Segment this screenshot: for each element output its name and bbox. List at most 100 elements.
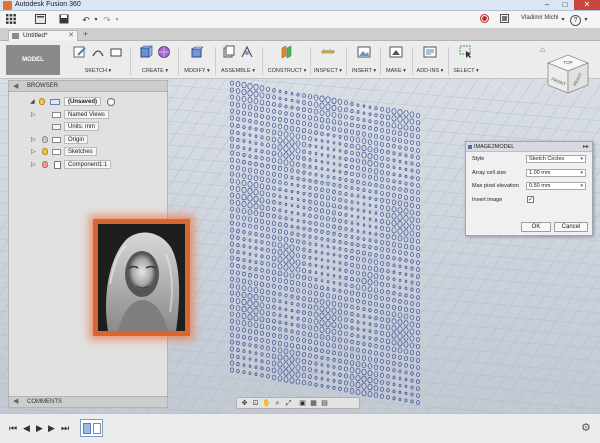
sketch-circle[interactable] [344,164,348,168]
sketch-circle[interactable] [320,383,324,388]
sketch-circle[interactable] [259,183,265,190]
sketch-circle[interactable] [368,300,372,306]
sketch-circle[interactable] [362,223,366,227]
sketch-circle[interactable] [283,166,289,173]
sketch-circle[interactable] [332,350,336,356]
sketch-circle[interactable] [259,85,265,92]
sketch-circle[interactable] [338,197,342,203]
sketch-circle[interactable] [278,194,282,199]
sketch-circle[interactable] [241,320,247,326]
sketch-circle[interactable] [386,171,390,176]
sketch-circle[interactable] [266,100,270,106]
inspect-group[interactable]: INSPECT ▾ [310,44,346,78]
sketch-circle[interactable] [355,367,361,375]
sketch-circle[interactable] [350,248,354,254]
sketch-circle[interactable] [326,181,330,186]
sketch-circle[interactable] [302,198,306,203]
sketch-circle[interactable] [355,361,361,368]
sketch-circle[interactable] [355,291,361,297]
sketch-circle[interactable] [230,178,234,184]
sketch-circle[interactable] [410,287,414,292]
sketch-circle[interactable] [356,313,360,317]
sketch-circle[interactable] [313,101,319,108]
sketch-circle[interactable] [295,343,301,350]
sketch-circle[interactable] [314,250,318,254]
sketch-circle[interactable] [350,326,354,330]
sketch-circle[interactable] [283,250,289,257]
sketch-circle[interactable] [344,380,348,386]
sketch-circle[interactable] [290,224,294,229]
sketch-circle[interactable] [302,121,306,127]
sketch-circle[interactable] [325,313,331,321]
sketch-circle[interactable] [398,390,402,394]
sketch-circle[interactable] [409,237,415,244]
sketch-circle[interactable] [386,374,390,379]
sketch-circle[interactable] [278,222,282,227]
array-cell-size-input[interactable]: 1.00 mm ▾ [526,169,586,177]
sketch-circle[interactable] [356,306,360,311]
sketch-circle[interactable] [374,246,378,251]
sketch-circle[interactable] [253,294,259,301]
sketch-circle[interactable] [368,315,372,319]
extrude-icon[interactable] [138,44,154,60]
sketch-circle[interactable] [392,136,396,142]
measure-icon[interactable] [320,44,336,60]
sketch-circle[interactable] [254,148,258,152]
sketch-circle[interactable] [338,190,342,195]
sketch-circle[interactable] [410,147,414,152]
sketch-circle[interactable] [344,213,348,217]
sketch-circle[interactable] [410,252,414,257]
press-pull-icon[interactable] [189,44,205,60]
sketch-circle[interactable] [235,207,241,213]
sketch-circle[interactable] [271,346,277,353]
sketch-circle[interactable] [325,306,331,313]
sketch-circle[interactable] [308,199,312,204]
sketch-group[interactable]: SKETCH ▾ [62,44,134,78]
sketch-circle[interactable] [410,168,414,173]
sketch-circle[interactable] [308,381,312,386]
sketch-circle[interactable] [325,299,331,306]
sketch-circle[interactable] [416,302,420,308]
sketch-circle[interactable] [278,96,282,101]
sketch-circle[interactable] [260,261,264,266]
sketch-circle[interactable] [272,305,276,310]
sketch-circle[interactable] [337,120,343,126]
sketch-circle[interactable] [319,333,325,340]
sketch-circle[interactable] [344,157,348,161]
sketch-circle[interactable] [350,122,354,128]
sketch-circle[interactable] [404,370,408,375]
scripts-addins-icon[interactable] [422,44,438,60]
sketch-circle[interactable] [247,216,253,222]
sketch-circle[interactable] [367,356,373,362]
sketch-circle[interactable] [373,385,379,392]
sketch-circle[interactable] [314,235,318,240]
sketch-circle[interactable] [374,294,379,300]
sketch-circle[interactable] [230,87,234,93]
sketch-circle[interactable] [289,377,295,384]
sketch-circle[interactable] [415,322,421,329]
sketch-circle[interactable] [248,167,252,173]
sketch-circle[interactable] [260,149,264,154]
sketch-circle[interactable] [350,262,354,268]
sketch-circle[interactable] [320,265,324,269]
sketch-circle[interactable] [302,100,306,105]
sketch-circle[interactable] [313,291,319,297]
sketch-circle[interactable] [350,332,354,338]
sketch-circle[interactable] [290,189,294,194]
sketch-circle[interactable] [338,183,342,188]
sketch-circle[interactable] [272,207,276,212]
sketch-circle[interactable] [410,182,414,187]
sketch-circle[interactable] [380,218,384,224]
sketch-circle[interactable] [326,140,330,144]
sketch-circle[interactable] [259,309,265,316]
sketch-circle[interactable] [289,342,295,349]
sketch-circle[interactable] [247,328,253,334]
sketch-circle[interactable] [266,170,270,176]
sketch-circle[interactable] [296,288,300,293]
sketch-circle[interactable] [385,226,391,233]
sketch-circle[interactable] [277,151,283,158]
sketch-circle[interactable] [397,109,403,116]
sketch-circle[interactable] [320,285,324,291]
sketch-circle[interactable] [374,106,378,111]
sketch-circle[interactable] [283,236,289,243]
